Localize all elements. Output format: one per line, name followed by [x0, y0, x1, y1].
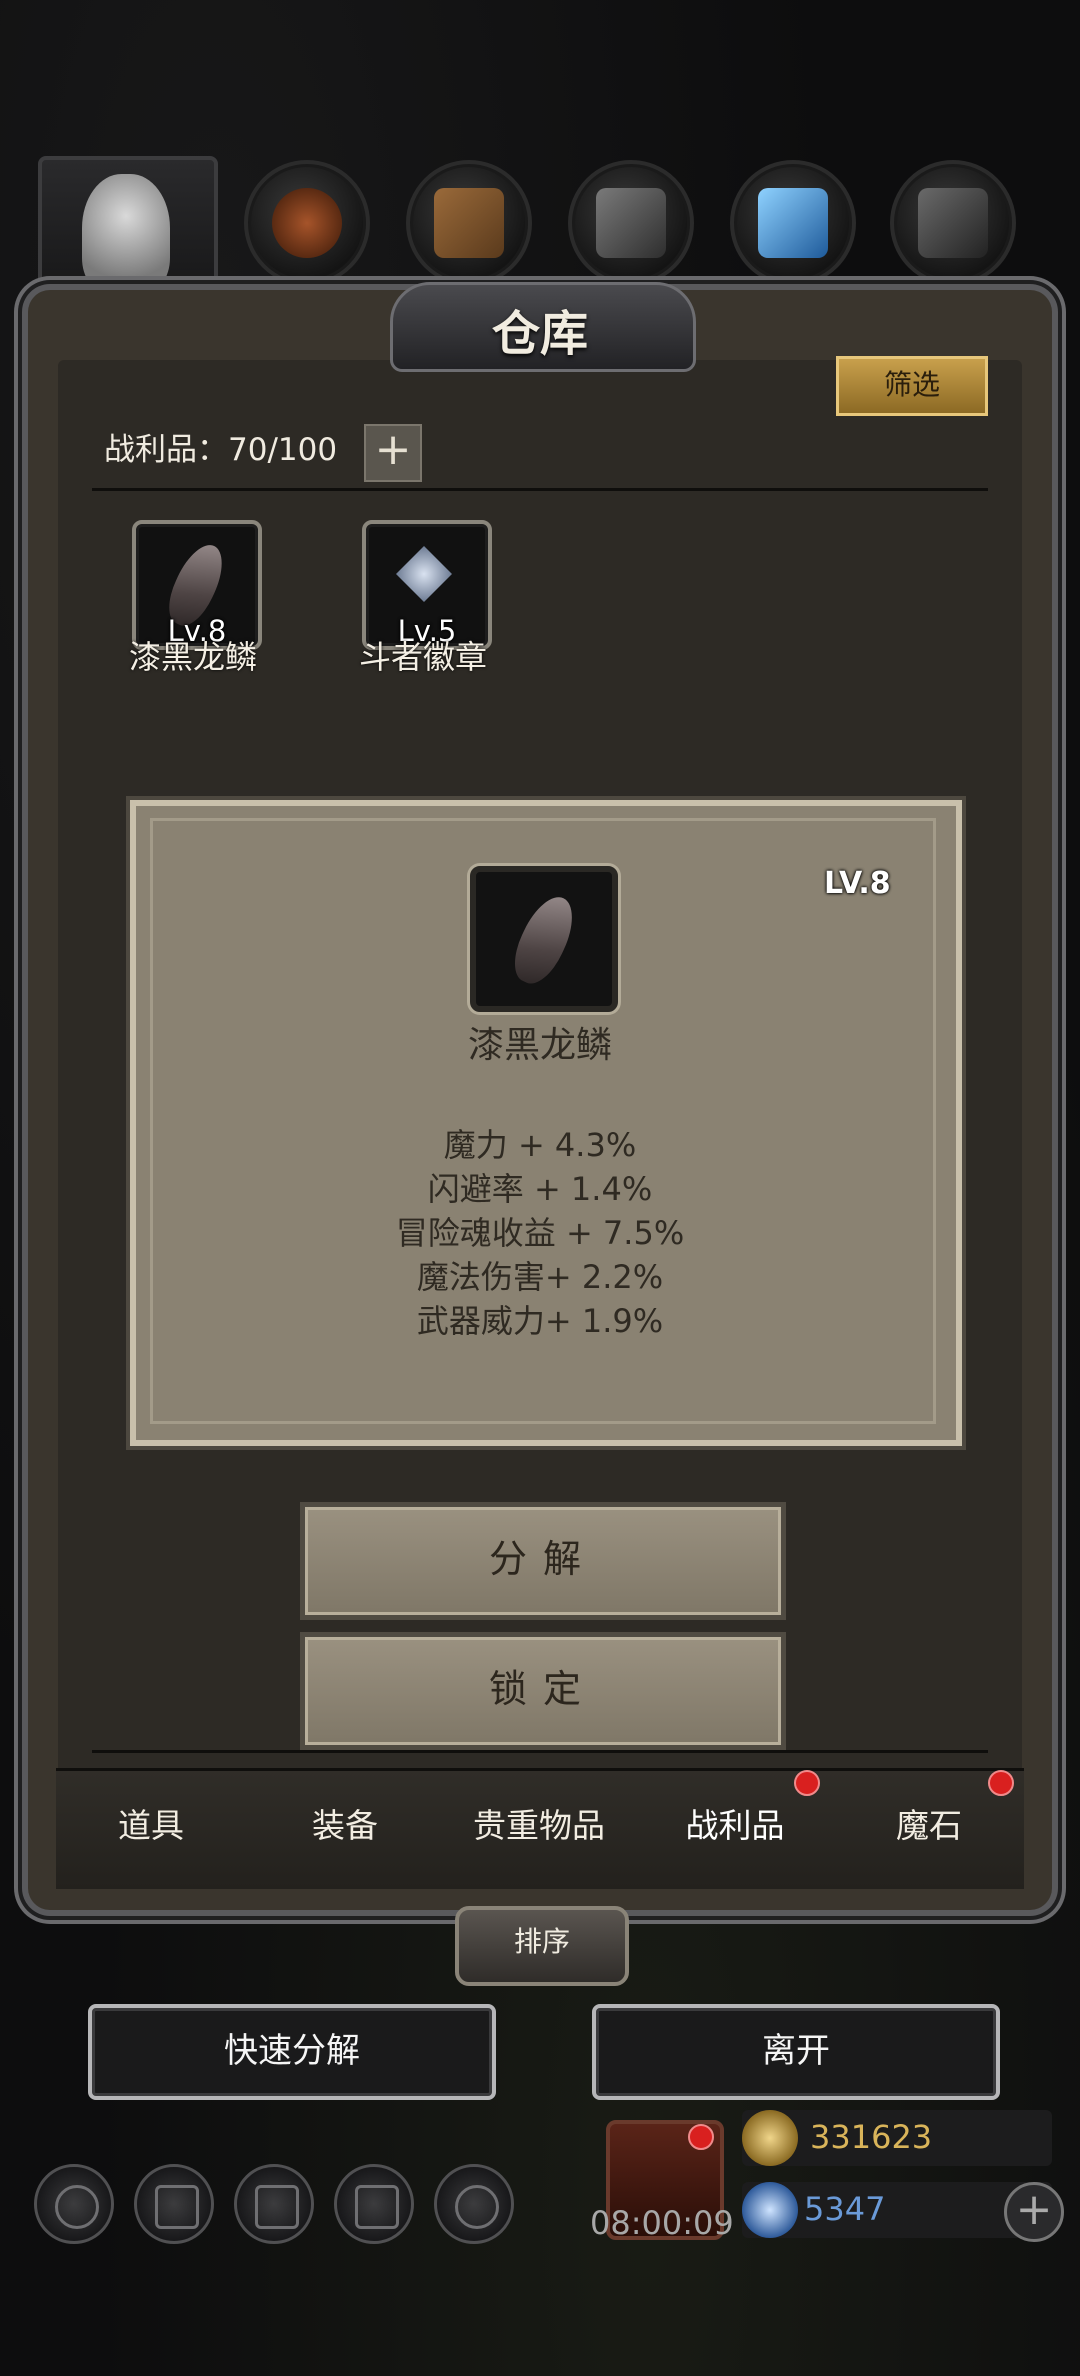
detail-stat: 魔力 + 4.3% — [443, 1126, 637, 1164]
slot-item-name: 漆黑龙鳞 — [128, 638, 257, 676]
settings-icon[interactable] — [34, 2164, 114, 2244]
gift-timer: 08:00:09 — [590, 2204, 734, 2242]
add-currency-button[interactable]: + — [1004, 2182, 1064, 2242]
leather-category-icon[interactable] — [244, 160, 370, 286]
detail-stat: 魔法伤害+ 2.2% — [416, 1258, 664, 1296]
stone-category-icon[interactable] — [568, 160, 694, 286]
title-banner: 仓库 — [290, 270, 790, 380]
filter-button[interactable]: 筛选 — [836, 356, 988, 416]
detail-stat: 闪避率 + 1.4% — [427, 1170, 653, 1208]
tab-valuables[interactable]: 贵重物品 — [444, 1786, 634, 1866]
detail-item-name: 漆黑龙鳞 — [467, 1025, 612, 1066]
tab-magic-stones[interactable]: 魔石 — [834, 1786, 1024, 1866]
inventory-slot[interactable]: Lv.5 — [362, 520, 492, 650]
page-title: 仓库 — [491, 306, 588, 362]
detail-stat: 冒险魂收益 + 7.5% — [395, 1214, 685, 1252]
star-icon[interactable] — [134, 2164, 214, 2244]
dragon-scale-icon — [504, 889, 584, 991]
slot-item-name: 斗者徽章 — [358, 638, 487, 676]
divider — [92, 488, 988, 491]
book-icon[interactable] — [234, 2164, 314, 2244]
quick-decompose-button[interactable]: 快速分解 — [88, 2004, 496, 2100]
detail-item-slot — [470, 866, 618, 1012]
gold-icon — [742, 2110, 798, 2166]
inventory-slot[interactable]: Lv.8 — [132, 520, 262, 650]
skill-icon[interactable] — [434, 2164, 514, 2244]
fighter-badge-icon — [396, 546, 452, 602]
notification-badge — [794, 1770, 820, 1796]
notification-badge — [988, 1770, 1014, 1796]
leave-button[interactable]: 离开 — [592, 2004, 1000, 2100]
mail-icon[interactable] — [334, 2164, 414, 2244]
detail-stat: 武器威力+ 1.9% — [416, 1302, 664, 1340]
crystal-category-icon[interactable] — [730, 160, 856, 286]
wood-category-icon[interactable] — [406, 160, 532, 286]
gem-icon — [742, 2182, 798, 2238]
notification-badge — [688, 2124, 714, 2150]
gem-amount: 5347 — [804, 2190, 886, 2228]
loot-capacity-label: 战利品：70/100 — [104, 432, 338, 468]
mount-category-icon[interactable] — [38, 156, 218, 312]
tab-equipment[interactable]: 装备 — [250, 1786, 440, 1866]
tab-items[interactable]: 道具 — [56, 1786, 246, 1866]
gold-amount: 331623 — [810, 2118, 933, 2156]
expand-capacity-button[interactable]: + — [364, 424, 422, 482]
decompose-button[interactable]: 分解 — [300, 1502, 786, 1620]
lock-button[interactable]: 锁定 — [300, 1632, 786, 1750]
tab-loot[interactable]: 战利品 — [640, 1786, 830, 1866]
detail-level: LV.8 — [824, 866, 891, 901]
sort-button[interactable]: 排序 — [455, 1906, 629, 1986]
divider — [92, 1750, 988, 1753]
ingot-category-icon[interactable] — [890, 160, 1016, 286]
